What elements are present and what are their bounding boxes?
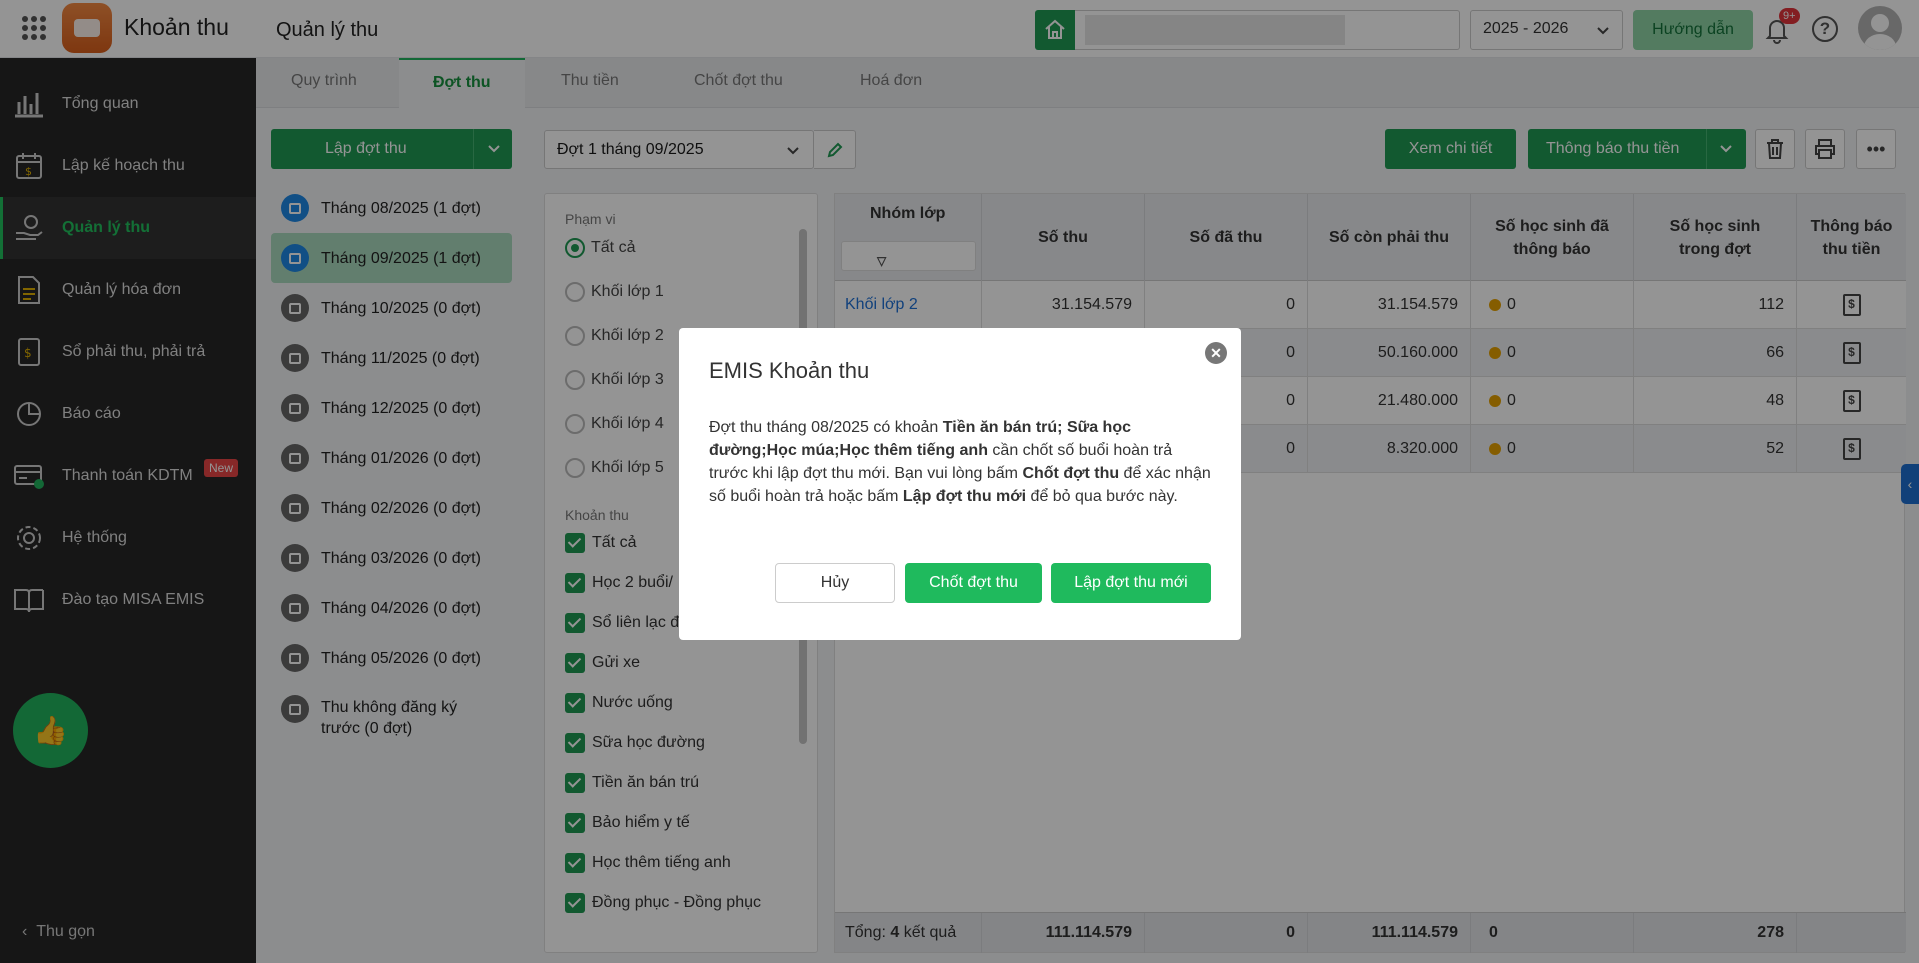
dialog-message: Đợt thu tháng 08/2025 có khoản Tiền ăn b… [709, 416, 1214, 508]
msg-part: Đợt thu tháng 08/2025 có khoản [709, 419, 943, 436]
confirm-dialog: EMIS Khoản thu ✕ Đợt thu tháng 08/2025 c… [679, 328, 1241, 640]
msg-bold: Chốt đợt thu [1022, 465, 1120, 482]
close-batch-button[interactable]: Chốt đợt thu [905, 563, 1042, 603]
msg-bold: Lập đợt thu mới [902, 488, 1027, 505]
close-icon[interactable]: ✕ [1205, 342, 1227, 364]
cancel-button[interactable]: Hủy [775, 563, 895, 603]
dialog-title: EMIS Khoản thu [709, 358, 870, 383]
new-batch-button[interactable]: Lập đợt thu mới [1051, 563, 1211, 603]
msg-part: để bỏ qua bước này. [1026, 488, 1178, 505]
